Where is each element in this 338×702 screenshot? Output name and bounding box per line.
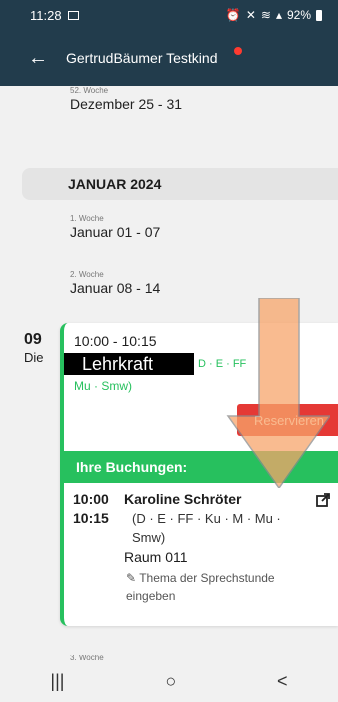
external-link-icon[interactable] bbox=[316, 493, 330, 507]
down-arrow-annotation bbox=[226, 298, 330, 488]
edit-topic-label-cont: eingeben bbox=[126, 589, 176, 603]
week-label: 52. Woche bbox=[70, 86, 109, 95]
back-icon[interactable]: < bbox=[277, 671, 288, 692]
status-time: 11:28 bbox=[30, 7, 62, 23]
week-range: Januar 01 - 07 bbox=[70, 224, 161, 240]
slot-subjects-cont: Mu · Smw) bbox=[74, 379, 132, 393]
system-nav-bar: ||| ○ < bbox=[0, 660, 338, 702]
signal-icon: ▴ bbox=[275, 8, 282, 22]
teacher-name: Lehrkraft bbox=[64, 353, 194, 375]
wifi-icon: ≋ bbox=[260, 8, 271, 22]
notification-dot bbox=[234, 47, 242, 55]
mute-icon: ✕ bbox=[245, 8, 256, 22]
week-block: 1. Woche Januar 01 - 07 bbox=[70, 214, 160, 240]
week-label: 1. Woche bbox=[70, 214, 104, 223]
recent-apps-icon[interactable]: ||| bbox=[50, 671, 64, 692]
week-block: 2. Woche Januar 08 - 14 bbox=[70, 270, 160, 296]
booking-subjects-cont: Smw) bbox=[132, 530, 166, 545]
image-notification-icon bbox=[67, 10, 79, 20]
pencil-icon: ✎ bbox=[126, 571, 137, 585]
alarm-icon: ⏰ bbox=[225, 8, 241, 22]
back-arrow-icon[interactable]: ← bbox=[28, 48, 54, 68]
booking-teacher: Karoline Schröter bbox=[124, 491, 242, 507]
status-bar: 11:28 ⏰ ✕ ≋ ▴ 92% bbox=[0, 0, 338, 30]
week-label: 2. Woche bbox=[70, 270, 104, 279]
booking-room: Raum 011 bbox=[124, 549, 188, 565]
week-range: Dezember 25 - 31 bbox=[70, 96, 183, 112]
booking-subjects: (D · E · FF · Ku · M · Mu · bbox=[132, 511, 281, 526]
app-bar: ← GertrudBäumer Testkind bbox=[0, 30, 338, 86]
booking-end: 10:15 bbox=[73, 510, 109, 526]
app-title: GertrudBäumer Testkind bbox=[66, 50, 218, 66]
month-title: JANUAR 2024 bbox=[68, 176, 162, 192]
month-header: JANUAR 2024 bbox=[22, 168, 338, 200]
home-icon[interactable]: ○ bbox=[165, 671, 176, 692]
day-name: Die bbox=[24, 350, 44, 365]
battery-icon bbox=[316, 9, 322, 21]
status-right: ⏰ ✕ ≋ ▴ 92% bbox=[226, 0, 322, 30]
week-range: Januar 08 - 14 bbox=[70, 280, 161, 296]
calendar-list[interactable]: 52. Woche Dezember 25 - 31 JANUAR 2024 1… bbox=[0, 86, 338, 660]
slot-time: 10:00 - 10:15 bbox=[74, 333, 157, 349]
day-number: 09 bbox=[24, 331, 42, 348]
battery-percent: 92% bbox=[286, 8, 311, 22]
week-block: 52. Woche Dezember 25 - 31 bbox=[70, 86, 182, 112]
edit-topic-label: Thema der Sprechstunde bbox=[139, 571, 275, 585]
edit-topic-link[interactable]: ✎ Thema der Sprechstunde bbox=[126, 571, 275, 585]
booking-start: 10:00 bbox=[73, 491, 109, 507]
